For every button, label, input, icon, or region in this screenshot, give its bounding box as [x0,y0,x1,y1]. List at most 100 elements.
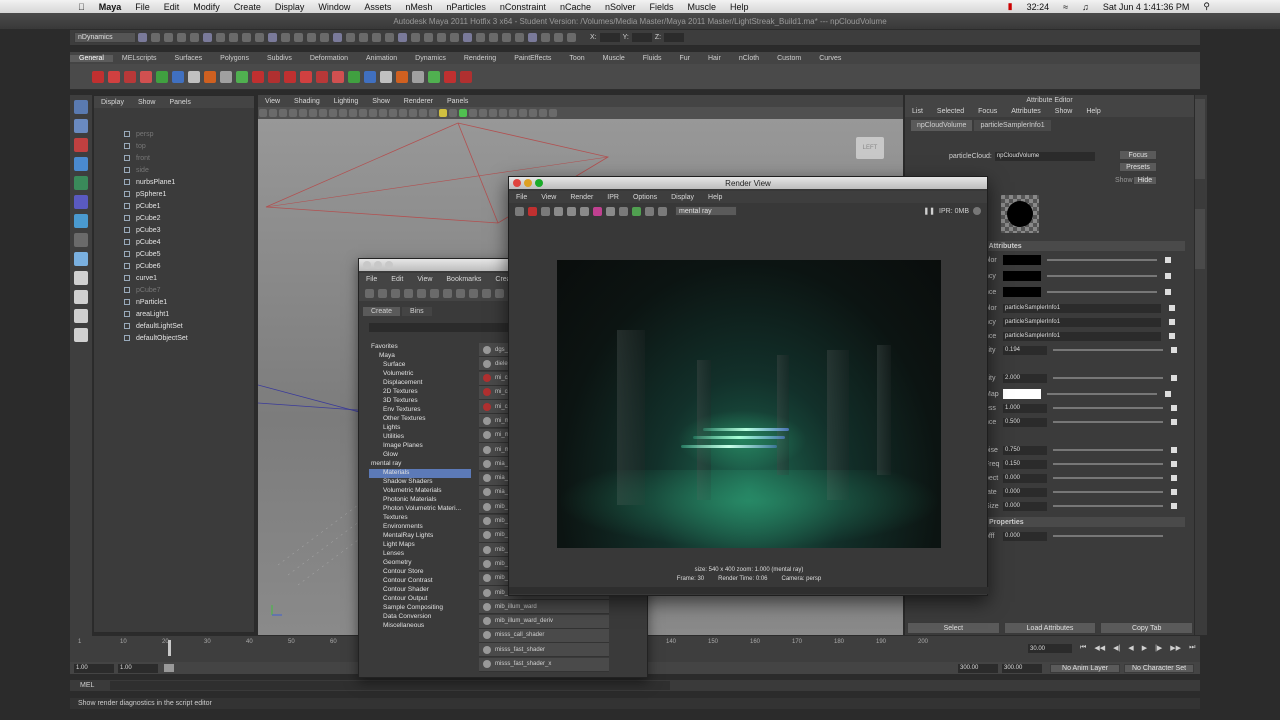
shelf-tool-icon[interactable] [108,70,120,83]
hide-button[interactable]: Hide [1133,176,1157,185]
hypershade-tool-icon[interactable] [443,288,452,298]
create-tree-item-volumetric[interactable]: Volumetric [369,370,471,379]
select-button[interactable]: Select [907,622,1000,634]
status-tool-icon[interactable] [268,33,277,42]
falloff-slider[interactable] [1053,535,1163,537]
playback-button-icon[interactable]: ⏮ [1080,644,1086,652]
focus-button[interactable]: Focus [1119,150,1157,160]
shelf-tool-icon[interactable] [92,70,104,83]
render-tool-icon[interactable] [606,206,615,216]
mac-menu-muscle[interactable]: Muscle [688,2,717,12]
render-view-menu-display[interactable]: Display [664,194,701,201]
status-tool-icon[interactable] [294,33,303,42]
render-tool-icon[interactable] [541,206,550,216]
outliner-item-pcube6[interactable]: pCube6 [94,260,254,272]
toolbox-tool-icon[interactable] [74,233,88,247]
viewport-menu-shading[interactable]: Shading [287,98,327,105]
map-button-icon[interactable] [1165,273,1171,279]
numeric-field[interactable]: 0.750 [1003,445,1047,455]
status-tool-icon[interactable] [463,33,472,42]
shelf-tab-rendering[interactable]: Rendering [455,55,505,62]
close-icon[interactable] [363,261,371,269]
shelf-tab-surfaces[interactable]: Surfaces [166,55,212,62]
map-button-icon[interactable] [1165,289,1171,295]
create-tree-item-maya[interactable]: Maya [369,352,471,361]
toolbox-tool-icon[interactable] [74,271,88,285]
attribute-slider[interactable] [1047,393,1157,395]
map-button-icon[interactable] [1171,447,1177,453]
connection-field[interactable]: particleSamplerInfo1 [1003,331,1161,341]
shelf-tool-icon[interactable] [124,70,136,83]
attribute-slider[interactable] [1053,407,1163,409]
volume-icon[interactable]: ♫ [1082,2,1089,12]
attribute-slider[interactable] [1053,463,1163,465]
map-button-icon[interactable] [1165,257,1171,263]
viewport-tool-icon[interactable] [399,109,407,117]
mac-menu-fields[interactable]: Fields [649,2,673,12]
create-tree-item-other-textures[interactable]: Other Textures [369,415,471,424]
status-tool-icon[interactable] [333,33,342,42]
viewport-menu-lighting[interactable]: Lighting [327,98,366,105]
x-field[interactable] [599,33,620,42]
shelf-tab-painteffects[interactable]: PaintEffects [505,55,560,62]
hypershade-tool-icon[interactable] [482,288,491,298]
hypershade-tab-bins[interactable]: Bins [402,306,432,316]
toolbox-tool-icon[interactable] [74,252,88,266]
shelf-tab-animation[interactable]: Animation [357,55,406,62]
map-button-icon[interactable] [1169,333,1175,339]
shelf-tool-icon[interactable] [268,70,280,83]
viewport-tool-icon[interactable] [299,109,307,117]
viewport-tool-icon[interactable] [359,109,367,117]
attr-menu-help[interactable]: Help [1079,108,1107,115]
viewport-tool-icon[interactable] [509,109,517,117]
create-tree-item-volumetric-materials[interactable]: Volumetric Materials [369,487,471,496]
create-tree-item-shadow-shaders[interactable]: Shadow Shaders [369,478,471,487]
render-view-menu-render[interactable]: Render [563,194,600,201]
shelf-tool-icon[interactable] [444,70,456,83]
map-button-icon[interactable] [1171,347,1177,353]
render-tool-icon[interactable] [658,206,667,216]
status-tool-icon[interactable] [541,33,550,42]
outliner-item-nparticle1[interactable]: nParticle1 [94,296,254,308]
attr-tab-npcloudvolume[interactable]: npCloudVolume [911,119,973,131]
shelf-tool-icon[interactable] [188,70,200,83]
create-tree-item-displacement[interactable]: Displacement [369,379,471,388]
hypershade-menu-file[interactable]: File [359,276,384,283]
side-tabs[interactable] [1195,95,1207,635]
viewport-tool-icon[interactable] [529,109,537,117]
mac-menu-nmesh[interactable]: nMesh [405,2,432,12]
viewport-tool-icon[interactable] [349,109,357,117]
anim-layer-dropdown[interactable]: No Anim Layer [1050,663,1120,673]
status-tool-icon[interactable] [502,33,511,42]
hypershade-tool-icon[interactable] [404,288,413,298]
create-tree-item-glow[interactable]: Glow [369,451,471,460]
create-tree-item-materials[interactable]: Materials [369,469,471,478]
command-line-label[interactable]: MEL [70,682,110,689]
map-button-icon[interactable] [1171,405,1177,411]
mac-menu-modify[interactable]: Modify [193,2,220,12]
range-end-inner-field[interactable]: 300.00 [958,663,998,673]
create-tree-item-utilities[interactable]: Utilities [369,433,471,442]
outliner-item-psphere1[interactable]: pSphere1 [94,188,254,200]
viewport-tool-icon[interactable] [429,109,437,117]
create-tree-item-miscellaneous[interactable]: Miscellaneous [369,622,471,631]
zoom-icon[interactable] [535,179,543,187]
viewport-tool-icon[interactable] [319,109,327,117]
attr-menu-list[interactable]: List [905,108,930,115]
attr-menu-attributes[interactable]: Attributes [1004,108,1048,115]
viewport-tool-icon[interactable] [439,109,447,117]
range-start-field[interactable]: 1.00 [74,663,114,673]
minimize-icon[interactable] [374,261,382,269]
shelf-tab-polygons[interactable]: Polygons [211,55,258,62]
render-tool-icon[interactable] [580,206,589,216]
create-tree-item-data-conversion[interactable]: Data Conversion [369,613,471,622]
numeric-field[interactable]: 0.000 [1003,473,1047,483]
outliner-item-top[interactable]: top [94,140,254,152]
shelf-tab-toon[interactable]: Toon [560,55,593,62]
attribute-slider[interactable] [1053,449,1163,451]
status-tool-icon[interactable] [203,33,212,42]
viewport-menu-panels[interactable]: Panels [440,98,475,105]
toolbox-tool-icon[interactable] [74,290,88,304]
apple-icon[interactable]:  [78,2,85,12]
viewport-tool-icon[interactable] [289,109,297,117]
